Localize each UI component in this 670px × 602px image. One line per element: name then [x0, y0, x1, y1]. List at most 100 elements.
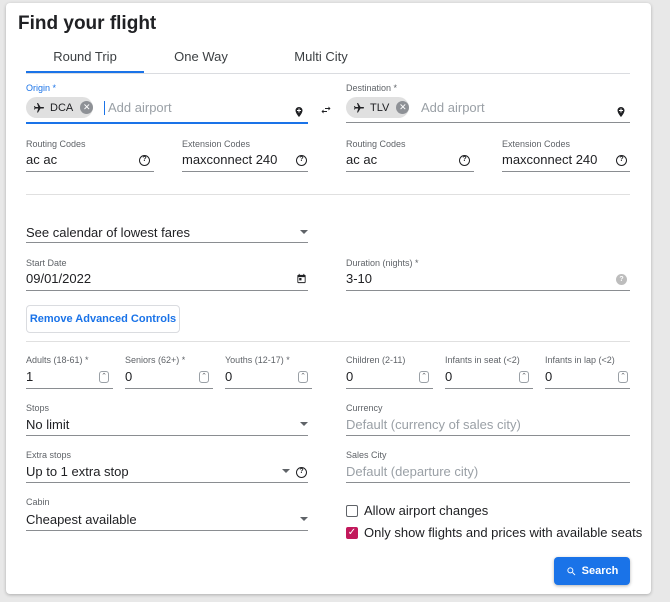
- location-pin-icon[interactable]: [615, 105, 627, 119]
- destination-extension-underline: [502, 171, 630, 172]
- destination-extension-input[interactable]: maxconnect 240: [502, 152, 597, 167]
- section-divider: [26, 194, 630, 195]
- sales-city-underline: [346, 482, 630, 483]
- infants-lap-stepper[interactable]: ⌃: [618, 371, 628, 383]
- destination-extension-label: Extension Codes: [502, 139, 571, 149]
- calendar-select[interactable]: See calendar of lowest fares: [26, 225, 190, 240]
- seniors-underline: [125, 388, 213, 389]
- destination-underline: [346, 122, 630, 123]
- adults-input[interactable]: 1: [26, 369, 33, 384]
- flight-search-card: Find your flight Round Trip One Way Mult…: [6, 3, 651, 594]
- extra-stops-label: Extra stops: [26, 450, 72, 460]
- infants-seat-input[interactable]: 0: [445, 369, 452, 384]
- chevron-down-icon[interactable]: [282, 469, 290, 473]
- available-seats-checkbox[interactable]: ✓: [346, 527, 358, 539]
- infants-seat-label: Infants in seat (<2): [445, 355, 520, 365]
- help-icon[interactable]: ?: [296, 155, 307, 166]
- chevron-down-icon[interactable]: [300, 422, 308, 426]
- infants-lap-input[interactable]: 0: [545, 369, 552, 384]
- airplane-icon: [354, 102, 364, 112]
- tab-one-way[interactable]: One Way: [156, 49, 246, 64]
- extra-stops-select[interactable]: Up to 1 extra stop: [26, 464, 129, 479]
- help-icon[interactable]: ?: [459, 155, 470, 166]
- location-pin-icon[interactable]: [293, 105, 305, 119]
- children-stepper[interactable]: ⌃: [419, 371, 429, 383]
- destination-routing-label: Routing Codes: [346, 139, 406, 149]
- destination-routing-input[interactable]: ac ac: [346, 152, 377, 167]
- seniors-stepper[interactable]: ⌃: [199, 371, 209, 383]
- destination-label: Destination *: [346, 83, 398, 93]
- calendar-icon[interactable]: [296, 273, 307, 284]
- start-date-input[interactable]: 09/01/2022: [26, 271, 91, 286]
- currency-input[interactable]: Default (currency of sales city): [346, 417, 521, 432]
- origin-extension-input[interactable]: maxconnect 240: [182, 152, 277, 167]
- stops-label: Stops: [26, 403, 50, 413]
- remove-origin-icon[interactable]: ✕: [80, 101, 94, 114]
- children-input[interactable]: 0: [346, 369, 353, 384]
- youths-input[interactable]: 0: [225, 369, 232, 384]
- swap-icon[interactable]: [319, 104, 333, 116]
- origin-input[interactable]: Add airport: [108, 100, 172, 115]
- stops-select[interactable]: No limit: [26, 417, 69, 432]
- help-icon[interactable]: ?: [296, 467, 307, 478]
- destination-chip-text: TLV: [370, 101, 390, 114]
- airplane-icon: [34, 102, 44, 112]
- search-icon: [567, 566, 576, 575]
- origin-routing-input[interactable]: ac ac: [26, 152, 57, 167]
- currency-label: Currency: [346, 403, 383, 413]
- tab-divider: [26, 73, 630, 74]
- allow-airport-changes-checkbox[interactable]: [346, 505, 358, 517]
- youths-stepper[interactable]: ⌃: [298, 371, 308, 383]
- infants-lap-label: Infants in lap (<2): [545, 355, 615, 365]
- origin-underline: [26, 122, 308, 124]
- help-icon[interactable]: ?: [616, 274, 627, 285]
- destination-input[interactable]: Add airport: [421, 100, 485, 115]
- origin-chip-text: DCA: [50, 101, 74, 114]
- tab-multi-city[interactable]: Multi City: [276, 49, 366, 64]
- origin-chip[interactable]: DCA ✕: [26, 97, 94, 118]
- infants-seat-underline: [445, 388, 533, 389]
- adults-underline: [26, 388, 113, 389]
- duration-label: Duration (nights) *: [346, 258, 419, 268]
- cabin-label: Cabin: [26, 497, 50, 507]
- infants-lap-underline: [545, 388, 630, 389]
- chevron-down-icon[interactable]: [300, 517, 308, 521]
- available-seats-label[interactable]: Only show flights and prices with availa…: [364, 525, 642, 540]
- help-icon[interactable]: ?: [616, 155, 627, 166]
- duration-input[interactable]: 3-10: [346, 271, 372, 286]
- seniors-input[interactable]: 0: [125, 369, 132, 384]
- cabin-underline: [26, 530, 308, 531]
- start-date-underline: [26, 290, 308, 291]
- help-icon[interactable]: ?: [139, 155, 150, 166]
- section-divider: [26, 341, 630, 342]
- remove-advanced-controls-button[interactable]: Remove Advanced Controls: [26, 305, 180, 333]
- origin-routing-label: Routing Codes: [26, 139, 86, 149]
- children-underline: [346, 388, 433, 389]
- page-title: Find your flight: [18, 13, 157, 34]
- adults-stepper[interactable]: ⌃: [99, 371, 109, 383]
- adults-label: Adults (18-61) *: [26, 355, 89, 365]
- destination-routing-underline: [346, 171, 474, 172]
- calendar-select-underline: [26, 242, 308, 243]
- chevron-down-icon[interactable]: [300, 230, 308, 234]
- allow-airport-changes-label[interactable]: Allow airport changes: [364, 503, 488, 518]
- sales-city-input[interactable]: Default (departure city): [346, 464, 478, 479]
- infants-seat-stepper[interactable]: ⌃: [519, 371, 529, 383]
- stops-underline: [26, 435, 308, 436]
- start-date-label: Start Date: [26, 258, 67, 268]
- search-button[interactable]: Search: [554, 557, 630, 585]
- extra-stops-underline: [26, 482, 308, 483]
- origin-label: Origin *: [26, 83, 57, 93]
- destination-chip[interactable]: TLV ✕: [346, 97, 410, 118]
- active-tab-indicator: [26, 71, 144, 73]
- cabin-select[interactable]: Cheapest available: [26, 512, 137, 527]
- origin-extension-underline: [182, 171, 308, 172]
- currency-underline: [346, 435, 630, 436]
- tab-round-trip[interactable]: Round Trip: [26, 49, 144, 64]
- children-label: Children (2-11): [346, 355, 406, 365]
- sales-city-label: Sales City: [346, 450, 387, 460]
- text-cursor: [104, 101, 105, 115]
- origin-extension-label: Extension Codes: [182, 139, 251, 149]
- youths-underline: [225, 388, 312, 389]
- remove-destination-icon[interactable]: ✕: [396, 101, 410, 114]
